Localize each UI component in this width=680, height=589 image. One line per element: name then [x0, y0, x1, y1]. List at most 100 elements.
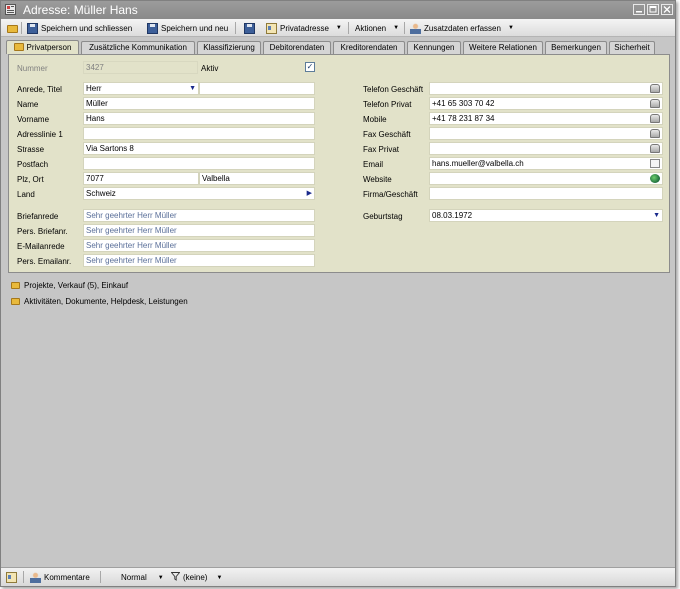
- maximize-icon[interactable]: [647, 4, 659, 15]
- tab-label: Privatperson: [26, 43, 72, 52]
- comments-label: Kommentare: [44, 573, 90, 582]
- open-folder-button[interactable]: [7, 21, 18, 35]
- save-close-label: Speichern und schliessen: [41, 23, 133, 33]
- save-icon: [244, 22, 255, 34]
- chevron-down-icon[interactable]: ▼: [653, 210, 660, 221]
- email-field[interactable]: hans.mueller@valbella.ch: [429, 157, 663, 170]
- tab-label: Kreditorendaten: [340, 43, 398, 52]
- statusbar-separator: [23, 571, 24, 583]
- adresslinie1-field[interactable]: [83, 127, 315, 140]
- name-label: Name: [17, 100, 39, 109]
- anrede-label: Anrede, Titel: [17, 85, 62, 94]
- tab-label: Bemerkungen: [551, 43, 601, 52]
- tab-label: Weitere Relationen: [469, 43, 537, 52]
- tab-label: Kennungen: [413, 43, 455, 52]
- pers-emailanrede-field[interactable]: Sehr geehrter Herr Müller: [83, 254, 315, 267]
- tab-zusaetzliche-kommunikation[interactable]: Zusätzliche Kommunikation: [81, 41, 195, 54]
- aktiv-row: [199, 61, 315, 74]
- tab-privatperson[interactable]: Privatperson: [6, 40, 79, 54]
- toolbar: Speichern und schliessen Speichern und n…: [1, 19, 675, 37]
- address-card-icon: [266, 22, 277, 34]
- mobile-label: Mobile: [363, 115, 387, 124]
- strasse-field[interactable]: Via Sartons 8: [83, 142, 315, 155]
- close-icon[interactable]: [661, 4, 673, 15]
- attachment-button[interactable]: [6, 571, 17, 584]
- geburtstag-datepicker[interactable]: 08.03.1972 ▼: [429, 209, 663, 222]
- fax-icon[interactable]: [650, 144, 660, 153]
- briefanrede-field[interactable]: Sehr geehrter Herr Müller: [83, 209, 315, 222]
- window-title: Adresse: Müller Hans: [23, 3, 138, 17]
- tab-sicherheit[interactable]: Sicherheit: [609, 41, 655, 54]
- phone-icon[interactable]: [650, 114, 660, 123]
- plz-ort-label: Plz, Ort: [17, 175, 44, 184]
- notes-icon: [6, 572, 17, 583]
- website-field[interactable]: [429, 172, 663, 185]
- aktiv-checkbox[interactable]: ✓: [305, 62, 315, 72]
- firma-label: Firma/Geschäft: [363, 190, 418, 199]
- fax-privat-label: Fax Privat: [363, 145, 400, 154]
- pers-emailanrede-label: Pers. Emailanr.: [17, 257, 72, 266]
- phone-icon[interactable]: [650, 99, 660, 108]
- fax-icon[interactable]: [650, 129, 660, 138]
- chevron-down-icon: ▼: [216, 574, 223, 581]
- telefon-privat-field[interactable]: +41 65 303 70 42: [429, 97, 663, 110]
- chevron-right-icon[interactable]: ▶: [307, 188, 312, 199]
- tab-kreditorendaten[interactable]: Kreditorendaten: [333, 41, 405, 54]
- privatperson-form: Nummer 3427 Aktiv ✓ Anrede, Titel Herr ▼…: [8, 54, 670, 273]
- website-label: Website: [363, 175, 392, 184]
- person-icon: [410, 22, 421, 34]
- nummer-field: 3427: [83, 61, 198, 74]
- chevron-down-icon: ▼: [157, 574, 164, 581]
- titel-field[interactable]: [199, 82, 315, 95]
- land-value: Schweiz: [86, 189, 116, 198]
- filter-dropdown[interactable]: (keine) ▼: [170, 571, 223, 584]
- name-field[interactable]: Müller: [83, 97, 315, 110]
- phone-icon[interactable]: [650, 84, 660, 93]
- emailanrede-field[interactable]: Sehr geehrter Herr Müller: [83, 239, 315, 252]
- mobile-field[interactable]: +41 78 231 87 34: [429, 112, 663, 125]
- briefanrede-label: Briefanrede: [17, 212, 59, 221]
- telefon-geschaeft-field[interactable]: [429, 82, 663, 95]
- address-card-icon: [5, 4, 16, 15]
- title-bar: Adresse: Müller Hans: [1, 1, 675, 19]
- ort-field[interactable]: Valbella: [199, 172, 315, 185]
- chevron-down-icon: ▼: [335, 25, 342, 31]
- fax-privat-field[interactable]: [429, 142, 663, 155]
- save-close-button[interactable]: Speichern und schliessen: [27, 21, 132, 35]
- folder-icon: [7, 25, 18, 33]
- tab-weitere-relationen[interactable]: Weitere Relationen: [463, 41, 543, 54]
- chevron-down-icon[interactable]: ▼: [189, 83, 196, 94]
- extra-data-label: Zusatzdaten erfassen: [424, 23, 501, 33]
- land-select[interactable]: Schweiz ▶: [83, 187, 315, 200]
- save-button[interactable]: [244, 21, 255, 35]
- priority-dropdown[interactable]: Normal ▼: [121, 571, 164, 584]
- globe-icon[interactable]: [650, 174, 660, 183]
- telefon-privat-label: Telefon Privat: [363, 100, 412, 109]
- tab-label: Zusätzliche Kommunikation: [89, 43, 187, 52]
- firma-field[interactable]: [429, 187, 663, 200]
- save-new-button[interactable]: Speichern und neu: [147, 21, 228, 35]
- comments-button[interactable]: Kommentare: [30, 571, 90, 584]
- tab-debitorendaten[interactable]: Debitorendaten: [263, 41, 331, 54]
- plz-field[interactable]: 7077: [83, 172, 199, 185]
- tab-kennungen[interactable]: Kennungen: [407, 41, 461, 54]
- section-label: Aktivitäten, Dokumente, Helpdesk, Leistu…: [24, 297, 188, 306]
- vorname-field[interactable]: Hans: [83, 112, 315, 125]
- extra-data-dropdown[interactable]: Zusatzdaten erfassen ▼: [410, 21, 514, 35]
- tab-label: Klassifizierung: [203, 43, 255, 52]
- section-projekte[interactable]: Projekte, Verkauf (5), Einkauf: [11, 281, 128, 290]
- save-new-label: Speichern und neu: [161, 23, 229, 33]
- tab-klassifizierung[interactable]: Klassifizierung: [197, 41, 261, 54]
- anrede-select[interactable]: Herr ▼: [83, 82, 199, 95]
- postfach-field[interactable]: [83, 157, 315, 170]
- pers-briefanrede-field[interactable]: Sehr geehrter Herr Müller: [83, 224, 315, 237]
- private-address-dropdown[interactable]: Privatadresse ▼: [266, 21, 342, 35]
- address-window: Adresse: Müller Hans Speichern und schli…: [0, 0, 676, 587]
- fax-geschaeft-field[interactable]: [429, 127, 663, 140]
- envelope-icon[interactable]: [650, 159, 660, 168]
- actions-dropdown[interactable]: Aktionen ▼: [355, 21, 399, 35]
- minimize-icon[interactable]: [633, 4, 645, 15]
- tab-bemerkungen[interactable]: Bemerkungen: [545, 41, 607, 54]
- save-new-icon: [147, 22, 158, 34]
- section-aktivitaeten[interactable]: Aktivitäten, Dokumente, Helpdesk, Leistu…: [11, 297, 188, 306]
